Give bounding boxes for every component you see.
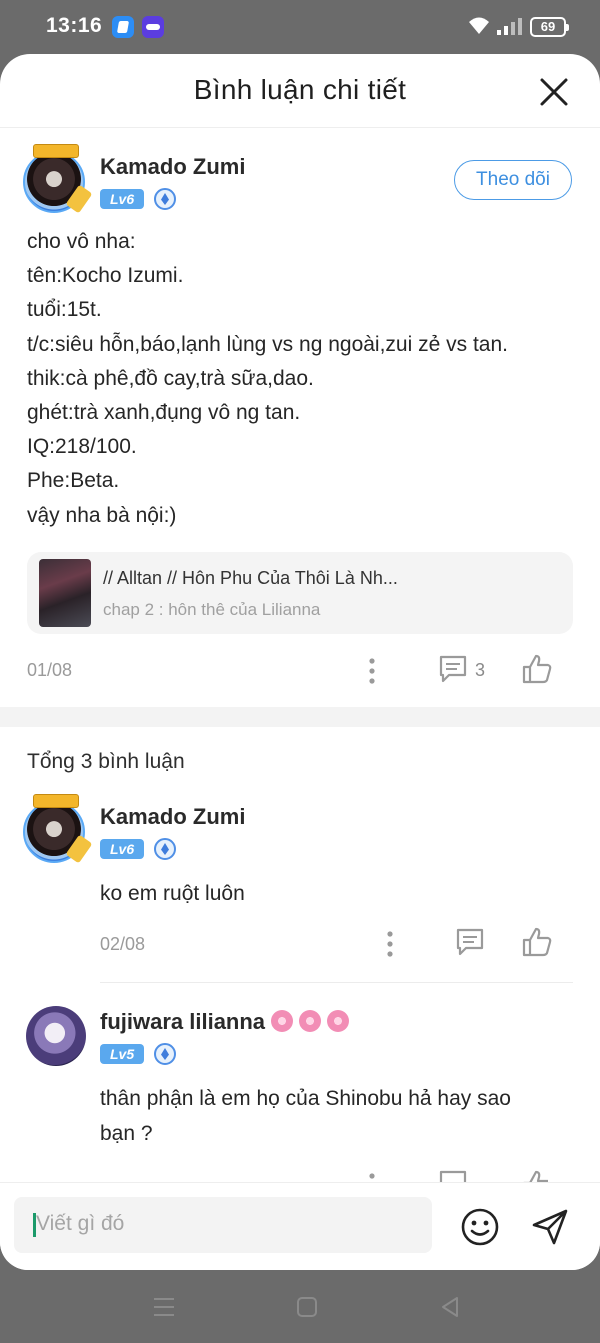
comment-icon[interactable] (437, 1169, 469, 1182)
comment-line: vậy nha bà nội:) (27, 503, 177, 527)
like-icon[interactable] (521, 1169, 553, 1182)
vip-gem-icon (154, 188, 176, 210)
chapter-cover-image (39, 559, 91, 627)
input-placeholder: Viết gì đó (36, 1212, 125, 1235)
section-divider (0, 707, 600, 727)
cherry-blossom-icon (327, 1010, 350, 1032)
avatar[interactable] (26, 1006, 86, 1066)
menu-nav-icon[interactable] (152, 1296, 176, 1318)
commenter-name[interactable]: fujiwara lilianna (100, 1009, 350, 1035)
cherry-blossom-icon (271, 1010, 294, 1032)
comment-icon[interactable] (454, 927, 486, 957)
comment-icon[interactable] (437, 654, 469, 684)
level-badge: Lv5 (100, 1044, 145, 1064)
follow-button[interactable]: Theo dõi (454, 160, 572, 200)
comment-input-bar: Viết gì đó (0, 1182, 600, 1270)
send-icon[interactable] (530, 1207, 570, 1247)
comment-line: thik:cà phê,đồ cay,trà sữa,dao. (27, 366, 314, 390)
reply-date: 02/08 (100, 934, 146, 954)
comment-line: tuổi:15t. (27, 298, 102, 322)
more-options-icon[interactable] (362, 1171, 382, 1182)
app-notification-icon (112, 16, 134, 38)
reply-line: bạn ? (100, 1122, 153, 1145)
divider (100, 982, 573, 983)
level-badge: Lv6 (100, 839, 145, 859)
comment-body: cho vô nha: tên:Kocho Izumi. tuổi:15t. t… (27, 225, 577, 533)
chapter-link-card[interactable]: // Alltan // Hôn Phu Của Thôi Là Nh... c… (27, 552, 573, 634)
commenter-name-text: fujiwara lilianna (100, 1009, 266, 1034)
reply-text: ko em ruột luôn (100, 882, 245, 905)
comment-input[interactable]: Viết gì đó (14, 1197, 432, 1253)
level-badge: Lv6 (100, 189, 145, 209)
avatar[interactable] (23, 794, 85, 863)
avatar[interactable] (23, 144, 85, 213)
comment-line: Phe:Beta. (27, 469, 120, 493)
like-icon[interactable] (521, 926, 553, 958)
vip-gem-icon (154, 1043, 176, 1065)
vip-gem-icon (154, 838, 176, 860)
commenter-name[interactable]: Kamado Zumi (100, 804, 245, 830)
sheet-header: Bình luận chi tiết (0, 54, 600, 128)
comment-line: t/c:siêu hỗn,báo,lạnh lùng vs ng ngoài,z… (27, 332, 508, 356)
more-options-icon[interactable] (380, 929, 400, 959)
status-time: 13:16 (46, 14, 103, 37)
cherry-blossom-icon (299, 1010, 322, 1032)
chapter-title: // Alltan // Hôn Phu Của Thôi Là Nh... (103, 568, 398, 588)
more-options-icon[interactable] (362, 656, 382, 686)
commenter-name[interactable]: Kamado Zumi (100, 154, 245, 180)
comment-line: cho vô nha: (27, 230, 136, 253)
comment-line: ghét:trà xanh,đụng vô ng tan. (27, 401, 301, 425)
replies-total: Tổng 3 bình luận (27, 750, 185, 773)
comment-date: 01/08 (27, 660, 73, 680)
reply-text: thân phận là em họ của Shinobu hả hay sa… (100, 1081, 511, 1151)
wifi-icon (469, 17, 489, 34)
reply-count: 3 (475, 660, 486, 680)
status-bar: 13:16 69 (0, 0, 600, 54)
comment-detail-sheet: Bình luận chi tiết Kamado Zumi Lv6 Theo … (0, 54, 600, 1270)
reply-line: thân phận là em họ của Shinobu hả hay sa… (100, 1087, 511, 1110)
comment-thread[interactable]: Kamado Zumi Lv6 Theo dõi cho vô nha: tên… (0, 129, 600, 1182)
page-title: Bình luận chi tiết (193, 74, 407, 105)
battery-icon: 69 (530, 17, 569, 37)
close-icon[interactable] (536, 74, 572, 110)
comment-line: IQ:218/100. (27, 435, 137, 459)
home-nav-icon[interactable] (296, 1296, 318, 1318)
comment-line: tên:Kocho Izumi. (27, 264, 184, 288)
game-notification-icon (142, 16, 164, 38)
emoji-icon[interactable] (460, 1207, 500, 1247)
back-nav-icon[interactable] (438, 1295, 462, 1319)
chapter-subtitle: chap 2 : hôn thê của Lilianna (103, 600, 321, 619)
system-nav-bar (0, 1270, 600, 1343)
signal-icon (497, 18, 522, 35)
like-icon[interactable] (521, 653, 553, 685)
